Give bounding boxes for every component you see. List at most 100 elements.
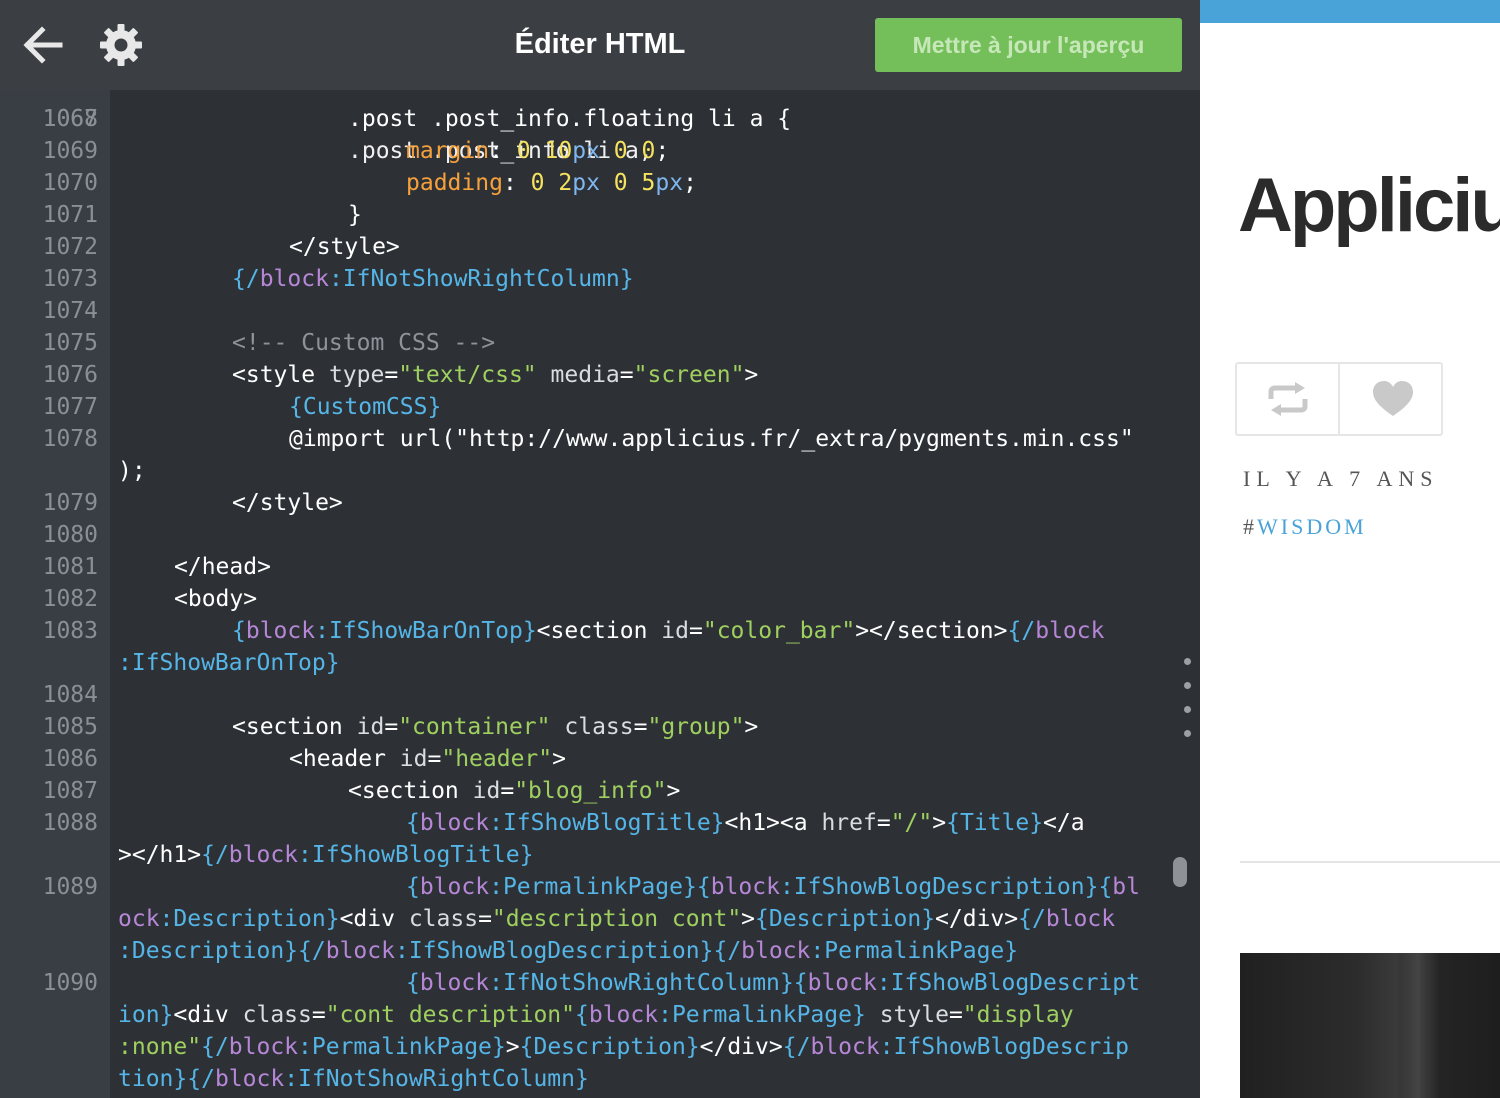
code-token: <style <box>232 362 329 388</box>
code-token: :IfShowBlogDescription} <box>394 938 714 964</box>
code-token: block <box>588 1002 659 1028</box>
back-button[interactable] <box>20 22 66 68</box>
post-actions <box>1235 362 1443 436</box>
line-number: 1080 <box>42 522 98 548</box>
line-text: :Description}{/block:IfShowBlogDescripti… <box>118 935 1018 967</box>
code-token: class <box>564 714 634 740</box>
code-line: 1080 <box>0 519 1200 551</box>
reblog-button[interactable] <box>1237 364 1340 434</box>
code-token: ion} <box>118 1002 174 1028</box>
line-text: margin: 0 10px 0 0; <box>118 135 669 167</box>
code-line: 1089 {block:PermalinkPage}{block:IfShowBl… <box>0 871 1200 903</box>
code-token: "header" <box>441 746 553 772</box>
line-number: 1079 <box>42 490 98 516</box>
code-line: 1081 </head> <box>0 551 1200 583</box>
line-text: .post .post_info.floating li a { <box>118 103 791 135</box>
code-token: :IfNotShowRightColumn} <box>489 970 794 996</box>
post-tag-link[interactable]: #WISDOM <box>1243 514 1367 540</box>
code-token: 10 <box>544 138 573 164</box>
update-preview-button[interactable]: Mettre à jour l'aperçu <box>875 18 1182 72</box>
code-token: {/ <box>232 266 260 292</box>
line-text: <style type="text/css" media="screen"> <box>118 359 758 391</box>
code-token: > <box>744 362 759 388</box>
code-token: = <box>384 362 399 388</box>
line-number: 1087 <box>42 778 98 804</box>
code-token: 0 <box>516 138 531 164</box>
line-text: {block:IfShowBlogTitle}<h1><a href="/">{… <box>118 807 1085 839</box>
code-token: :PermalinkPage} <box>489 874 697 900</box>
code-token: {/ <box>187 1066 215 1092</box>
line-number: 1077 <box>42 394 98 420</box>
line-text: ></h1>{/block:IfShowBlogTitle} <box>118 839 533 871</box>
code-token: :Description} <box>118 938 299 964</box>
code-token: px <box>655 170 684 196</box>
code-token: {/ <box>782 1034 811 1060</box>
code-token: :IfShowBlogTitle} <box>489 810 725 836</box>
code-token: id <box>399 746 428 772</box>
code-token: { <box>406 874 420 900</box>
editor-toolbar: Éditer HTML Mettre à jour l'aperçu <box>0 0 1200 90</box>
code-token: </style> <box>232 490 343 516</box>
code-token: <div <box>173 1002 243 1028</box>
line-number: 1069 <box>42 138 98 164</box>
code-token: <section <box>536 618 662 644</box>
code-token: 5 <box>641 170 656 196</box>
code-token: :none" <box>118 1034 202 1060</box>
code-token: 0 <box>641 138 656 164</box>
line-number: 1074 <box>42 298 98 324</box>
code-token: @import url("http://www.applicius.fr/_ex… <box>289 426 1134 452</box>
line-text: {block:IfShowBarOnTop}<section id="color… <box>118 615 1104 647</box>
line-number: 1073 <box>42 266 98 292</box>
code-token: href <box>821 810 877 836</box>
code-token: :PermalinkPage} <box>298 1034 506 1060</box>
post-image[interactable] <box>1240 953 1500 1098</box>
line-number: 1085 <box>42 714 98 740</box>
code-token: { <box>232 618 246 644</box>
code-token: {/ <box>713 938 742 964</box>
code-token: "color_bar" <box>702 618 856 644</box>
code-token: block <box>1035 618 1105 644</box>
code-token: { <box>793 970 808 996</box>
code-token: :PermalinkPage} <box>658 1002 866 1028</box>
code-token: "group" <box>647 714 745 740</box>
code-token: id <box>356 714 385 740</box>
code-token: class <box>408 906 479 932</box>
line-text: <body> <box>118 583 257 615</box>
code-token: "description cont" <box>491 906 742 932</box>
code-token: : <box>502 170 531 196</box>
code-line-wrapped: :Description}{/block:IfShowBlogDescripti… <box>0 935 1200 967</box>
code-token: block <box>419 874 490 900</box>
code-line-wrapped: ></h1>{/block:IfShowBlogTitle} <box>0 839 1200 871</box>
line-number: 1076 <box>42 362 98 388</box>
code-line: 1069 margin: 0 10px 0 0; <box>0 135 1200 167</box>
code-token: = <box>427 746 442 772</box>
like-button[interactable] <box>1341 364 1444 434</box>
scrollbar-thumb[interactable] <box>1173 857 1187 887</box>
code-token: :IfShowBlogDescript <box>876 970 1140 996</box>
code-token: {/ <box>298 938 326 964</box>
code-token: block <box>245 618 316 644</box>
code-token: class <box>242 1002 312 1028</box>
line-text: {CustomCSS} <box>118 391 441 423</box>
code-token: 0 <box>530 170 545 196</box>
code-token: block <box>741 938 811 964</box>
code-token: id <box>661 618 689 644</box>
line-number: 1082 <box>42 586 98 612</box>
code-token: id <box>472 778 501 804</box>
code-token: = <box>478 906 492 932</box>
code-token: block <box>710 874 780 900</box>
code-token: 0 <box>613 138 628 164</box>
code-token: <div <box>339 906 409 932</box>
settings-button[interactable] <box>98 22 144 68</box>
code-editor[interactable]: 1067 .post .post_info li a, 1068 .post .p… <box>0 90 1200 1098</box>
line-number: 1078 <box>42 426 98 452</box>
code-token: block <box>810 1034 880 1060</box>
code-token: block <box>325 938 395 964</box>
code-token: > <box>741 906 756 932</box>
code-token: ); <box>118 458 146 484</box>
code-token: { <box>575 1002 589 1028</box>
line-text: </head> <box>118 551 271 583</box>
blog-title[interactable]: Appliciu <box>1238 162 1500 249</box>
